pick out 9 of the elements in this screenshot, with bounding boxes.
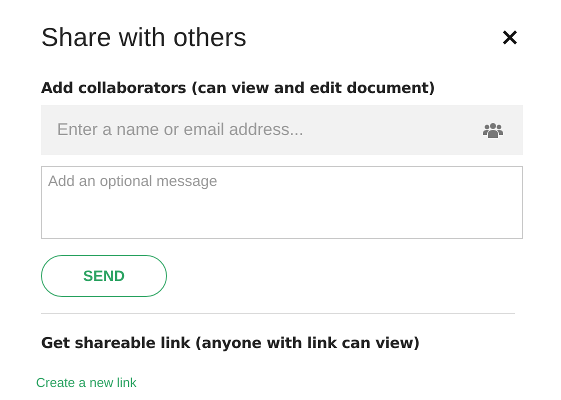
message-field[interactable]: Add an optional message	[41, 166, 523, 239]
name-field[interactable]: Enter a name or email address...	[41, 105, 523, 155]
close-button[interactable]: ×	[496, 26, 523, 48]
dialog-title: Share with others	[41, 22, 247, 52]
create-link[interactable]: Create a new link	[36, 375, 136, 390]
section-heading: Get shareable link (anyone with link can view)	[41, 334, 421, 352]
send-button[interactable]: SEND	[41, 255, 167, 297]
section-heading: Add collaborators (can view and edit document)	[41, 79, 436, 97]
group-icon	[483, 122, 503, 138]
